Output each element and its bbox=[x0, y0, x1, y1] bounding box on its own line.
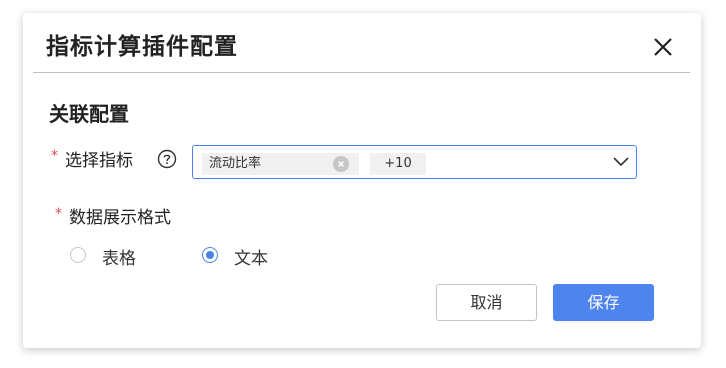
section-title: 关联配置 bbox=[49, 102, 129, 126]
required-mark: * bbox=[55, 206, 62, 222]
header-divider bbox=[33, 72, 690, 73]
cancel-button[interactable]: 取消 bbox=[436, 284, 537, 321]
display-format-label: 数据展示格式 bbox=[69, 208, 171, 228]
indicator-select[interactable]: 流动比率 +10 bbox=[192, 145, 637, 179]
required-mark: * bbox=[51, 148, 58, 164]
more-tags-count[interactable]: +10 bbox=[370, 153, 426, 175]
tag-label: 流动比率 bbox=[209, 156, 262, 171]
selected-tag: 流动比率 bbox=[202, 153, 359, 175]
close-icon[interactable] bbox=[648, 32, 678, 62]
radio-table-label[interactable]: 表格 bbox=[102, 244, 136, 269]
radio-table[interactable] bbox=[70, 247, 86, 263]
radio-text[interactable] bbox=[202, 247, 218, 263]
dialog-title: 指标计算插件配置 bbox=[46, 34, 238, 60]
remove-tag-icon[interactable] bbox=[333, 156, 349, 172]
radio-text-label[interactable]: 文本 bbox=[234, 244, 268, 269]
question-circle-icon[interactable] bbox=[157, 149, 177, 169]
plugin-config-dialog: 指标计算插件配置 关联配置 * 选择指标 流动比率 +10 * 数据展示格式 表… bbox=[23, 13, 701, 348]
chevron-down-icon[interactable] bbox=[613, 155, 629, 169]
save-button[interactable]: 保存 bbox=[553, 284, 654, 321]
indicator-label: 选择指标 bbox=[65, 151, 133, 171]
